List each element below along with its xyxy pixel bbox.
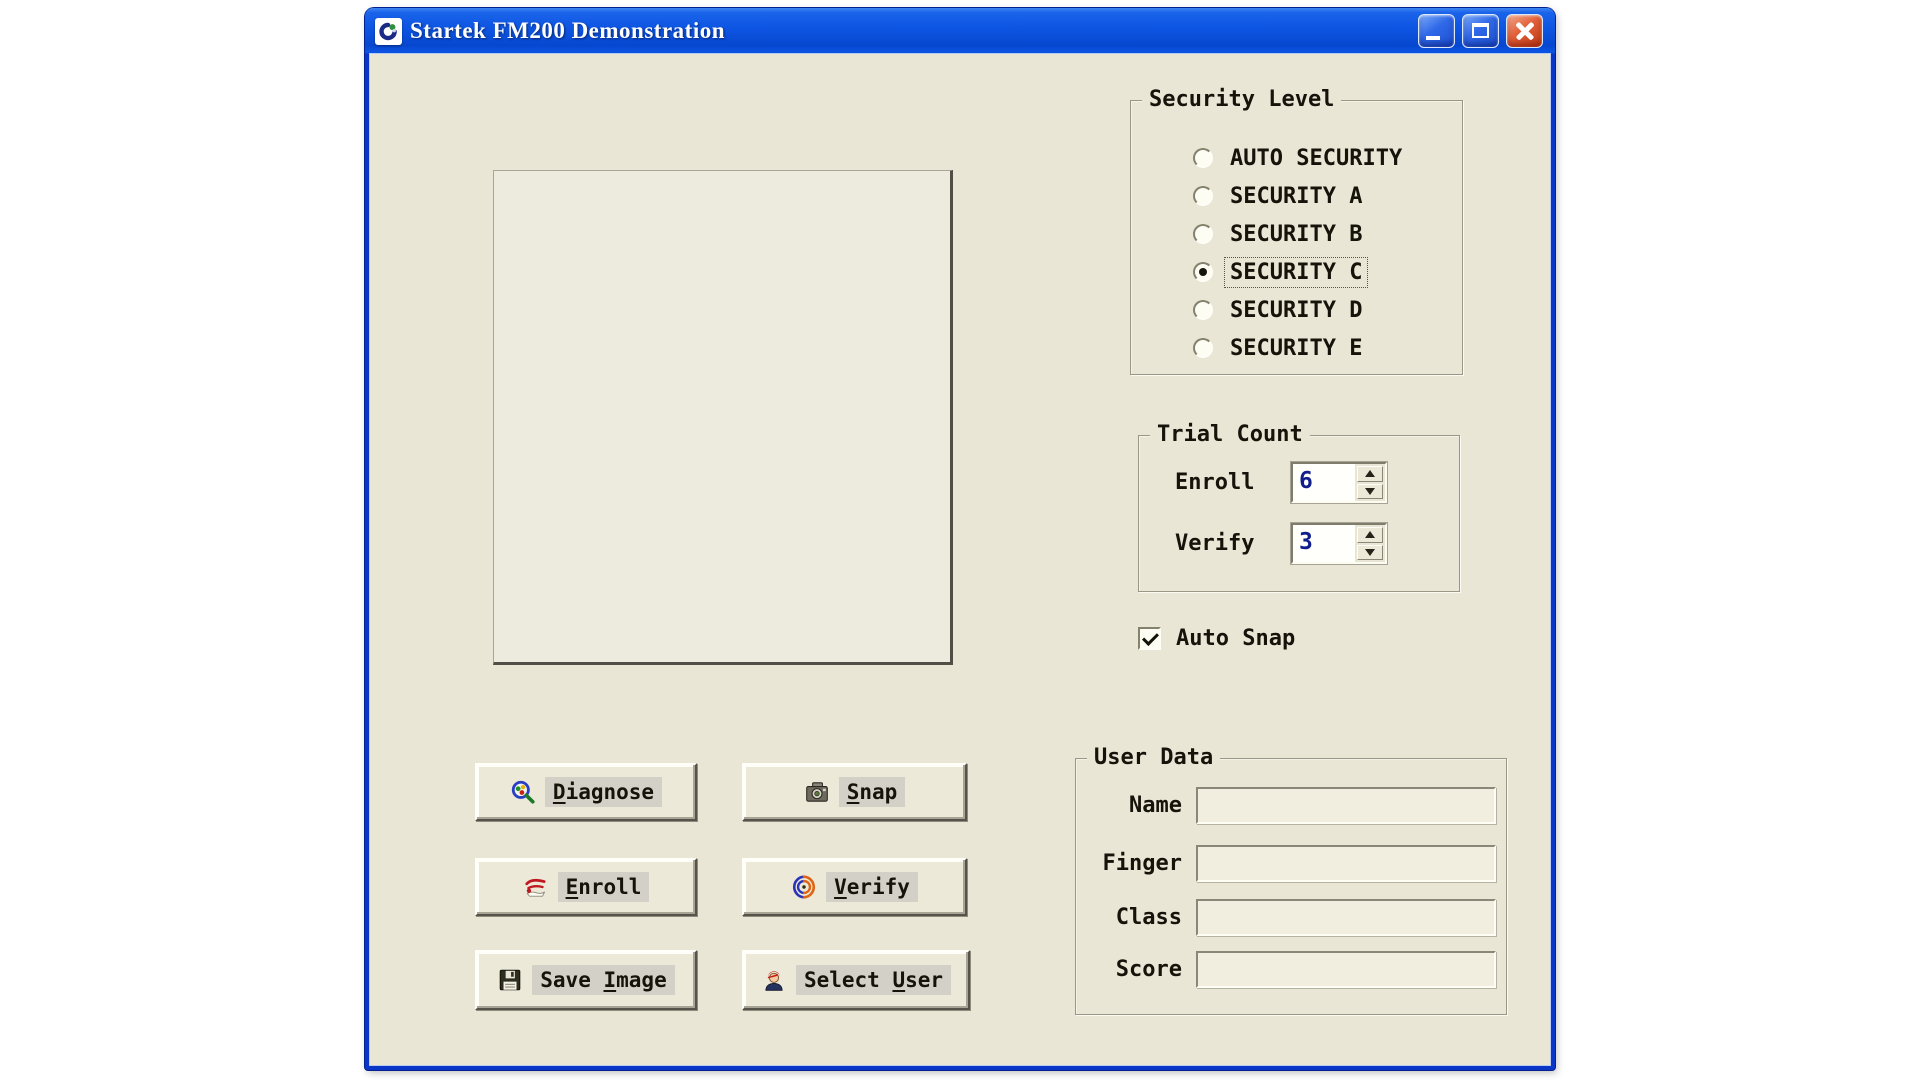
radio-option-security-e[interactable]: SECURITY E [1193,329,1454,367]
save-image-button[interactable]: Save Image [475,950,697,1010]
fingerprint-preview-area [493,170,953,665]
floppy-disk-icon [497,967,523,993]
maximize-button[interactable] [1462,14,1499,48]
user-icon [761,967,787,993]
window-controls [1418,14,1543,48]
enroll-pen-icon [523,874,549,900]
enroll-trials-value: 6 [1293,464,1355,501]
save-image-button-label: Save Image [532,965,674,995]
radio-icon [1193,338,1213,358]
enroll-trials-input[interactable]: 6 [1291,462,1387,503]
enroll-spin-down-button[interactable] [1357,484,1383,500]
user-data-group: User Data Name Finger Class Score [1075,758,1507,1015]
class-row: Class [1084,899,1496,936]
user-data-group-title: User Data [1087,745,1220,770]
trial-count-group: Trial Count Enroll 6 Verify 3 [1138,435,1460,592]
auto-snap-label: Auto Snap [1176,626,1295,651]
arrow-down-icon [1365,549,1375,556]
radio-icon [1193,224,1213,244]
maximize-icon [1472,23,1489,38]
select-user-button-label: Select User [796,965,951,995]
window-title: Startek FM200 Demonstration [410,18,725,44]
app-window: Startek FM200 Demonstration Security Lev… [365,8,1555,1070]
name-row: Name [1084,787,1496,824]
radio-icon [1193,186,1213,206]
checkbox-icon [1138,627,1161,650]
finger-row: Finger [1084,845,1496,882]
camera-icon [804,779,830,805]
verify-trials-label: Verify [1175,531,1291,556]
verify-trials-value: 3 [1293,525,1355,562]
snap-button-label: Snap [839,777,906,807]
client-area: Security Level AUTO SECURITY SECURITY A … [370,54,1550,1065]
fingerprint-icon [791,874,817,900]
class-label: Class [1084,905,1196,930]
enroll-button[interactable]: Enroll [475,858,697,916]
enroll-trials-label: Enroll [1175,470,1291,495]
diagnose-button[interactable]: Diagnose [475,763,697,821]
verify-trial-row: Verify 3 [1175,523,1449,564]
class-field[interactable] [1196,899,1496,936]
trial-count-rows: Enroll 6 Verify 3 [1175,462,1449,564]
enroll-trial-row: Enroll 6 [1175,462,1449,503]
verify-trials-input[interactable]: 3 [1291,523,1387,564]
score-row: Score [1084,951,1496,988]
name-field[interactable] [1196,787,1496,824]
verify-spin-down-button[interactable] [1357,545,1383,561]
arrow-up-icon [1365,470,1375,477]
arrow-up-icon [1365,531,1375,538]
minimize-button[interactable] [1418,14,1455,48]
radio-icon [1193,148,1213,168]
verify-button[interactable]: Verify [742,858,967,916]
radio-option-auto-security[interactable]: AUTO SECURITY [1193,139,1454,177]
verify-spinner [1355,525,1385,562]
name-label: Name [1084,793,1196,818]
arrow-down-icon [1365,488,1375,495]
score-label: Score [1084,957,1196,982]
titlebar[interactable]: Startek FM200 Demonstration [365,8,1555,54]
radio-icon [1193,300,1213,320]
minimize-icon [1426,36,1440,40]
enroll-button-label: Enroll [558,872,650,902]
close-icon [1515,21,1535,41]
finger-label: Finger [1084,851,1196,876]
diagnose-icon [510,779,536,805]
close-button[interactable] [1506,14,1543,48]
enroll-spinner [1355,464,1385,501]
enroll-spin-up-button[interactable] [1357,466,1383,482]
radio-icon [1193,262,1213,282]
select-user-button[interactable]: Select User [742,950,970,1010]
security-level-options: AUTO SECURITY SECURITY A SECURITY B SECU… [1193,139,1454,367]
security-level-group-title: Security Level [1142,87,1341,112]
diagnose-button-label: Diagnose [545,777,662,807]
security-level-group: Security Level AUTO SECURITY SECURITY A … [1130,100,1463,375]
trial-count-group-title: Trial Count [1150,422,1310,447]
score-field[interactable] [1196,951,1496,988]
verify-spin-up-button[interactable] [1357,527,1383,543]
finger-field[interactable] [1196,845,1496,882]
radio-option-security-d[interactable]: SECURITY D [1193,291,1454,329]
app-logo-icon [375,18,402,45]
snap-button[interactable]: Snap [742,763,967,821]
radio-option-security-b[interactable]: SECURITY B [1193,215,1454,253]
auto-snap-checkbox[interactable]: Auto Snap [1138,626,1295,651]
radio-option-security-c[interactable]: SECURITY C [1193,253,1454,291]
verify-button-label: Verify [826,872,918,902]
radio-option-security-a[interactable]: SECURITY A [1193,177,1454,215]
